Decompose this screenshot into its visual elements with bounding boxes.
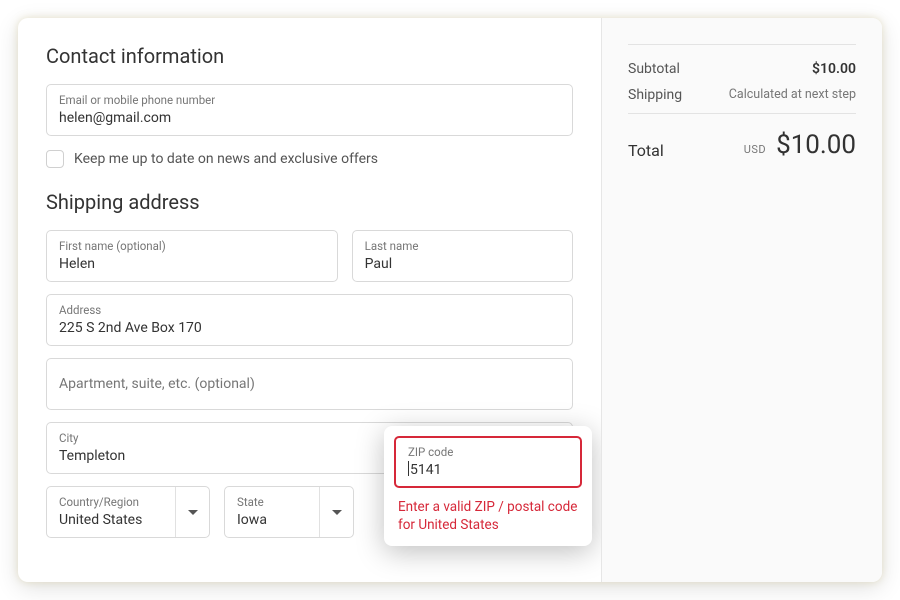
zip-label: ZIP code	[408, 445, 568, 460]
shipping-row: Shipping Calculated at next step	[628, 87, 856, 103]
newsletter-checkbox[interactable]	[46, 150, 64, 168]
state-select[interactable]: State Iowa	[224, 486, 354, 538]
apartment-field[interactable]: Apartment, suite, etc. (optional)	[46, 358, 573, 410]
country-caret[interactable]	[175, 487, 209, 537]
checkout-left-column: Contact information Email or mobile phon…	[18, 18, 602, 582]
summary-divider	[628, 44, 856, 45]
first-name-label: First name (optional)	[59, 239, 325, 254]
subtotal-value: $10.00	[812, 61, 856, 77]
total-currency: USD	[744, 143, 766, 156]
total-value-group: USD $10.00	[744, 130, 856, 160]
country-select[interactable]: Country/Region United States	[46, 486, 210, 538]
subtotal-row: Subtotal $10.00	[628, 61, 856, 77]
caret-down-icon	[188, 510, 198, 515]
total-label: Total	[628, 141, 664, 160]
zip-popover: ZIP code 5141 Enter a valid ZIP / postal…	[384, 426, 592, 546]
contact-heading: Contact information	[46, 44, 573, 68]
last-name-label: Last name	[365, 239, 560, 254]
shipping-label: Shipping	[628, 87, 682, 103]
total-row: Total USD $10.00	[628, 130, 856, 160]
zip-error-text: Enter a valid ZIP / postal code for Unit…	[394, 498, 582, 534]
shipping-heading: Shipping address	[46, 190, 573, 214]
order-summary-column: Subtotal $10.00 Shipping Calculated at n…	[602, 18, 882, 582]
state-caret[interactable]	[319, 487, 353, 537]
subtotal-label: Subtotal	[628, 61, 680, 77]
address-field[interactable]: Address	[46, 294, 573, 346]
first-name-field[interactable]: First name (optional)	[46, 230, 338, 282]
last-name-input[interactable]	[365, 255, 560, 273]
newsletter-label: Keep me up to date on news and exclusive…	[74, 151, 378, 167]
total-amount: $10.00	[776, 130, 856, 160]
zip-value-text: 5141	[410, 462, 441, 478]
email-input[interactable]	[59, 109, 560, 127]
checkout-card: Contact information Email or mobile phon…	[18, 18, 882, 582]
zip-field[interactable]: ZIP code 5141	[394, 436, 582, 488]
last-name-field[interactable]: Last name	[352, 230, 573, 282]
first-name-input[interactable]	[59, 255, 325, 273]
address-input[interactable]	[59, 319, 560, 337]
newsletter-row: Keep me up to date on news and exclusive…	[46, 150, 573, 168]
summary-divider	[628, 113, 856, 114]
apartment-placeholder: Apartment, suite, etc. (optional)	[59, 376, 560, 392]
text-cursor	[408, 461, 409, 476]
caret-down-icon	[332, 510, 342, 515]
email-label: Email or mobile phone number	[59, 93, 560, 108]
address-label: Address	[59, 303, 560, 318]
shipping-value: Calculated at next step	[729, 87, 856, 103]
email-field[interactable]: Email or mobile phone number	[46, 84, 573, 136]
zip-input[interactable]: 5141	[408, 461, 568, 479]
